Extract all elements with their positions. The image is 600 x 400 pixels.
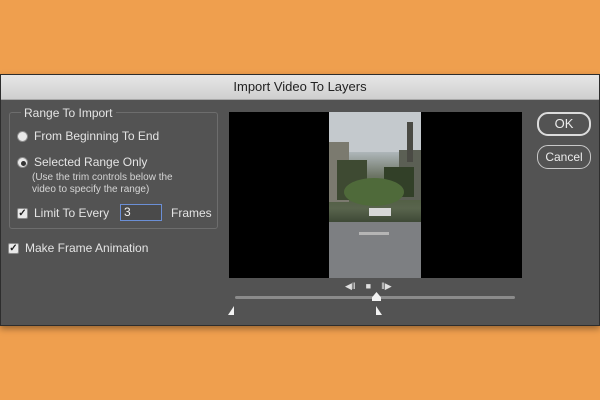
make-frame-animation-label: Make Frame Animation	[25, 241, 149, 255]
make-frame-animation-checkbox[interactable]: ✓ Make Frame Animation	[8, 241, 148, 255]
video-preview	[229, 112, 522, 278]
radio-selected-range[interactable]: Selected Range Only	[17, 155, 147, 169]
frames-label: Frames	[171, 206, 212, 220]
step-back-icon[interactable]: ◀‖	[345, 280, 356, 292]
cancel-button[interactable]: Cancel	[537, 145, 591, 169]
radio-beginning-to-end-label: From Beginning To End	[34, 129, 160, 143]
checkmark-icon[interactable]: ✓	[8, 242, 19, 254]
range-group-title: Range To Import	[21, 107, 116, 119]
frame-interval-input[interactable]: 3	[120, 204, 162, 221]
ok-button[interactable]: OK	[537, 112, 591, 136]
radio-selected-range-label: Selected Range Only	[34, 155, 148, 169]
radio-beginning-to-end[interactable]: From Beginning To End	[17, 129, 159, 143]
checkmark-icon[interactable]: ✓	[17, 207, 28, 219]
street-scene-graphic	[329, 112, 421, 278]
stop-icon[interactable]: ■	[366, 280, 371, 292]
step-forward-icon[interactable]: ‖▶	[381, 280, 392, 292]
dialog-title: Import Video To Layers	[1, 75, 599, 100]
selected-range-hint-line1: (Use the trim controls below the	[32, 172, 173, 183]
radio-selected-icon[interactable]	[17, 156, 28, 168]
limit-to-every-label: Limit To Every	[34, 206, 110, 220]
selected-range-hint-line2: video to specify the range)	[32, 184, 150, 195]
limit-to-every-checkbox[interactable]: ✓ Limit To Every	[17, 206, 109, 220]
video-frame-image	[329, 112, 421, 278]
radio-off-icon[interactable]	[17, 130, 28, 142]
playback-controls: ◀‖ ■ ‖▶	[345, 280, 392, 292]
